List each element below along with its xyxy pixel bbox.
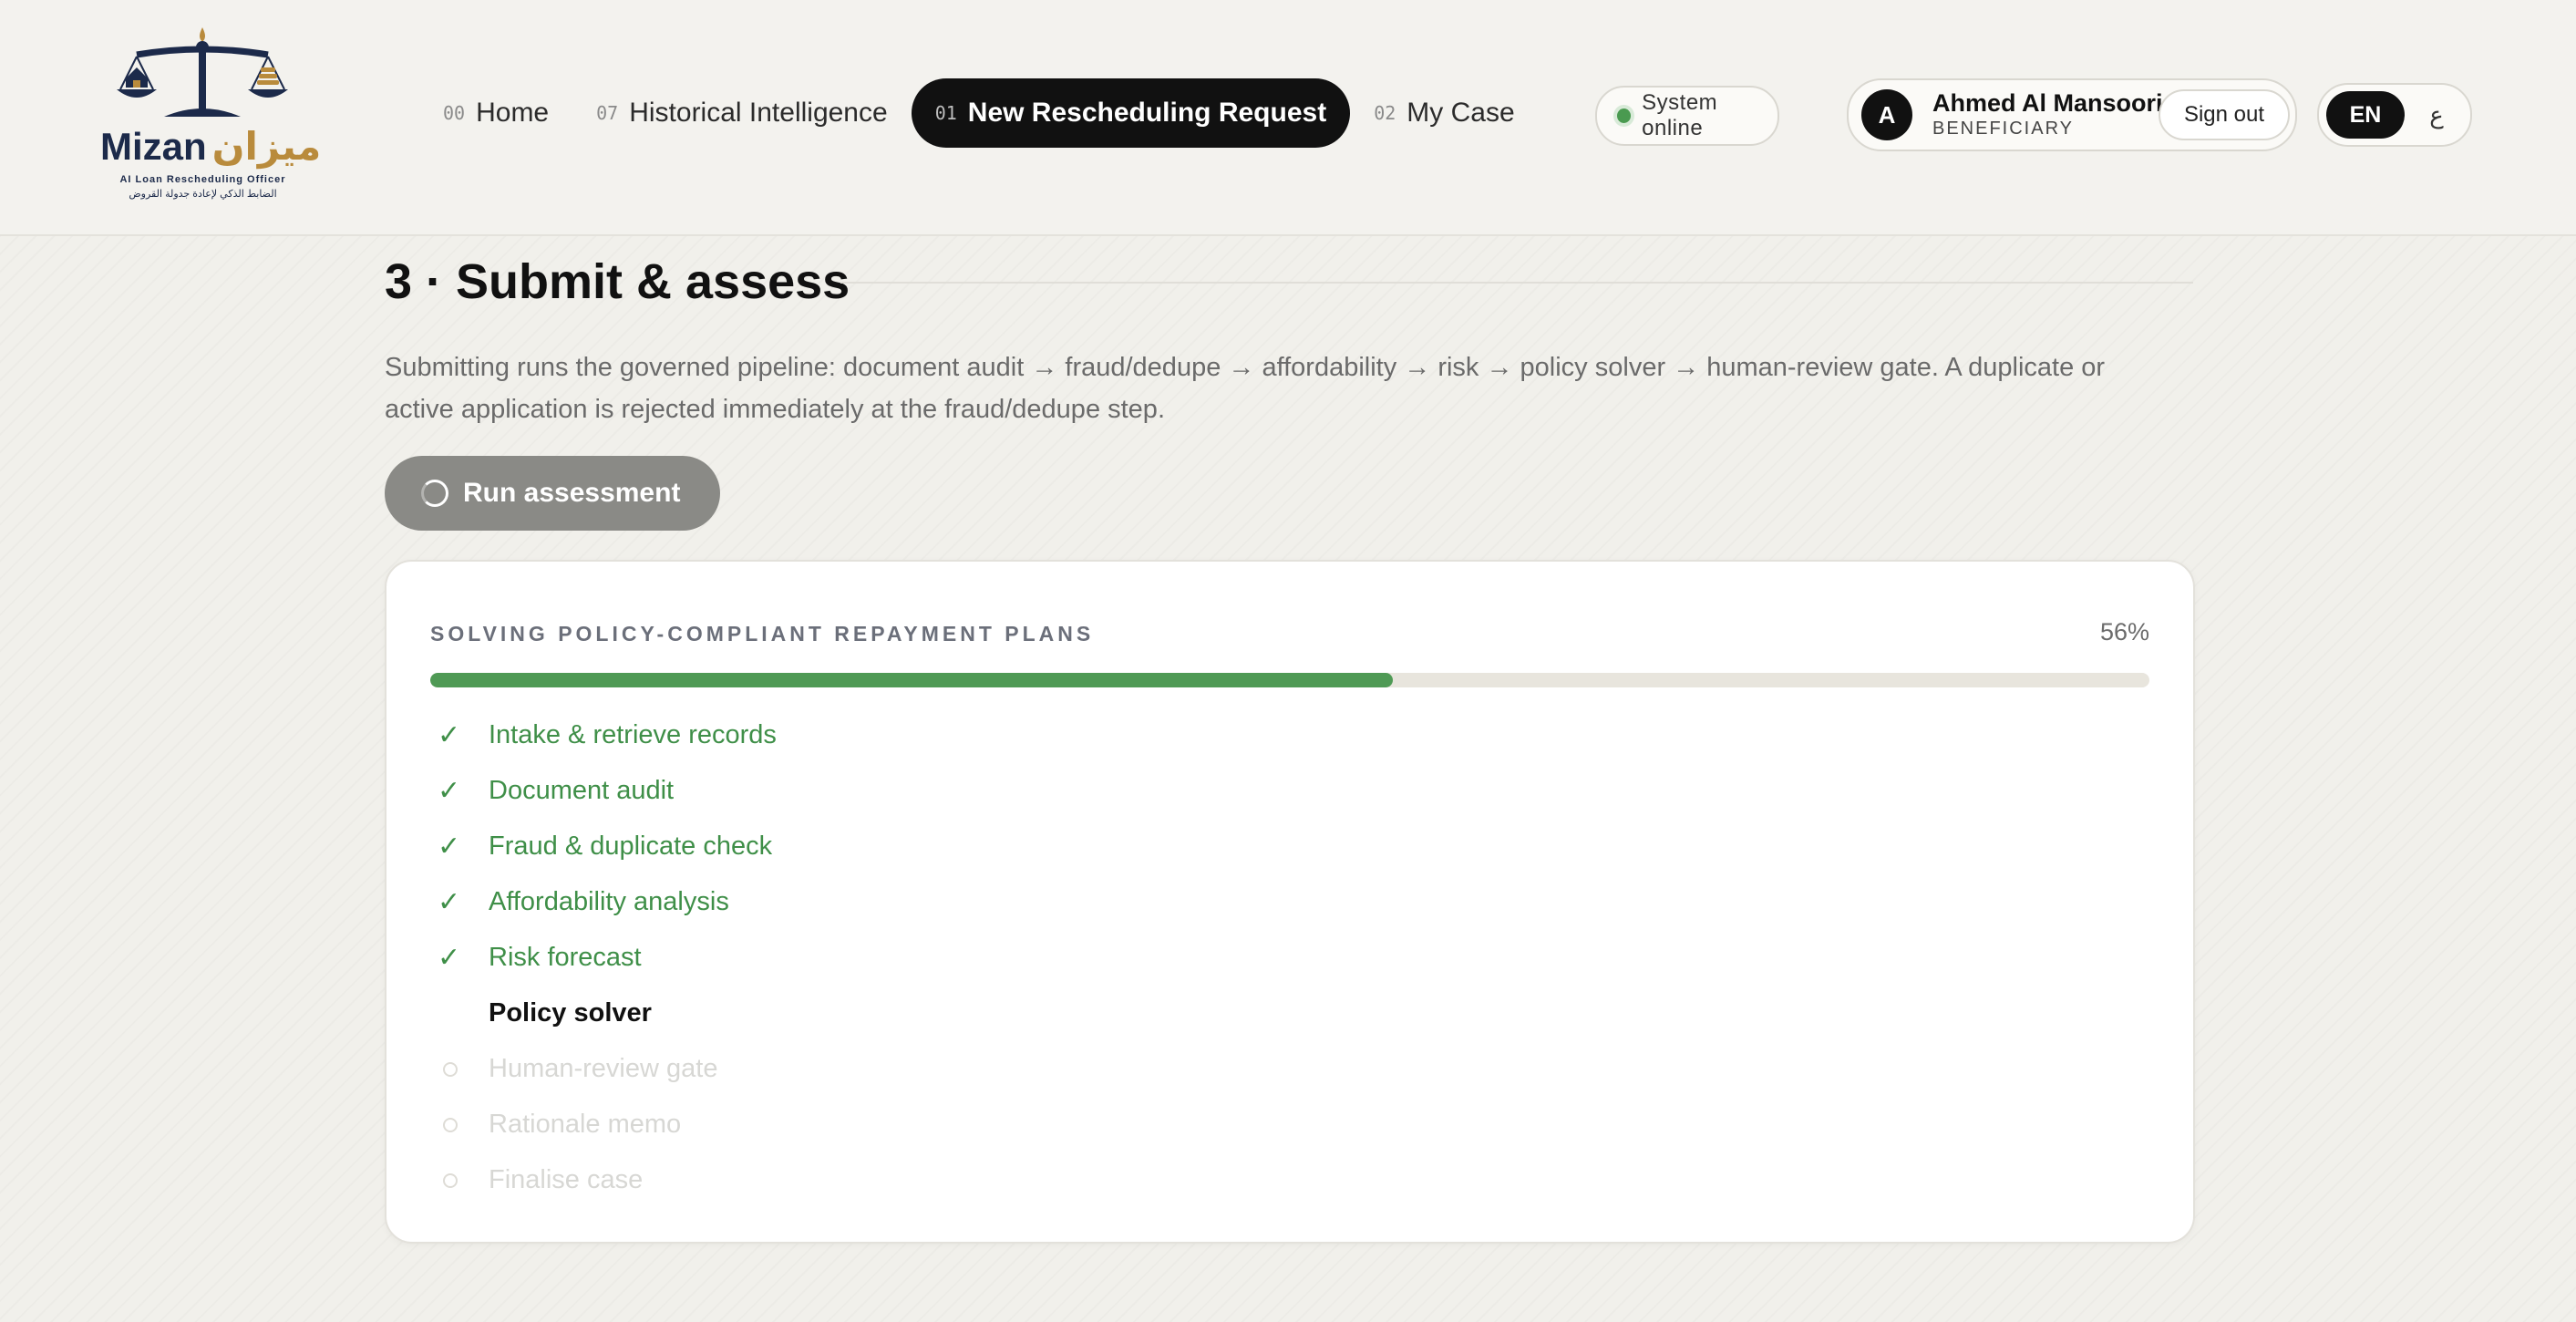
pipeline-step: ✓ Risk forecast	[430, 930, 777, 986]
checkmark-icon: ✓	[438, 776, 461, 806]
user-name: Ahmed Al Mansoori	[1932, 89, 2163, 117]
pending-circle-icon	[443, 1172, 458, 1188]
step-label: Intake & retrieve records	[489, 720, 777, 749]
main-nav: 00 Home 07 Historical Intelligence 01 Ne…	[419, 78, 1539, 148]
nav-item-my-case[interactable]: 02 My Case	[1350, 78, 1538, 148]
system-status-badge: System online	[1595, 86, 1779, 146]
progress-bar-fill	[430, 673, 1394, 687]
nav-item-number: 00	[443, 102, 466, 124]
step-status-icon	[430, 1172, 489, 1188]
logo-subtitle-ar: الضابط الذكي لإعادة جدولة القروض	[129, 189, 277, 200]
pipeline-step: ✓ Document audit	[430, 763, 777, 819]
app-header: Mizan ميزان AI Loan Rescheduling Officer …	[0, 0, 2576, 236]
logo-name-en: Mizan	[100, 125, 207, 168]
section-divider	[840, 282, 2193, 284]
step-label: Policy solver	[489, 998, 652, 1028]
nav-item-label: Home	[476, 98, 550, 128]
progress-bar	[430, 673, 2149, 687]
pending-circle-icon	[443, 1117, 458, 1132]
language-switcher: EN ع	[2317, 83, 2472, 147]
status-dot-icon	[1617, 108, 1632, 123]
nav-item-number: 07	[596, 102, 619, 124]
step-label: Human-review gate	[489, 1054, 718, 1083]
assessment-progress-card: SOLVING POLICY-COMPLIANT REPAYMENT PLANS…	[385, 560, 2195, 1244]
loading-spinner-icon	[421, 480, 448, 507]
pipeline-step: ✓ Affordability analysis	[430, 874, 777, 930]
nav-item-label: Historical Intelligence	[629, 98, 888, 128]
step-label: Risk forecast	[489, 943, 642, 972]
nav-item-home[interactable]: 00 Home	[419, 78, 572, 148]
step-label: Document audit	[489, 776, 675, 805]
step-label: Rationale memo	[489, 1110, 682, 1139]
progress-percent: 56%	[2099, 618, 2149, 646]
user-role: BENEFICIARY	[1932, 119, 2074, 139]
section-title: 3 · Submit & assess	[385, 254, 850, 309]
pending-circle-icon	[443, 1061, 458, 1077]
step-status-icon	[430, 1061, 489, 1077]
logo-wordmark: Mizan ميزان	[100, 124, 321, 169]
nav-item-historical-intelligence[interactable]: 07 Historical Intelligence	[572, 78, 912, 148]
avatar[interactable]: A	[1861, 89, 1912, 140]
scales-of-justice-icon	[117, 27, 288, 117]
run-assessment-button[interactable]: Run assessment	[385, 456, 720, 531]
checkmark-icon: ✓	[438, 887, 461, 917]
language-ar-button[interactable]: ع	[2414, 91, 2459, 139]
run-assessment-label: Run assessment	[463, 478, 681, 508]
pipeline-step: Finalise case	[430, 1152, 777, 1208]
nav-item-new-rescheduling-request[interactable]: 01 New Rescheduling Request	[911, 78, 1351, 148]
logo-name-ar: ميزان	[211, 125, 322, 168]
section-description: Submitting runs the governed pipeline: d…	[385, 353, 2106, 424]
nav-item-number: 01	[934, 102, 957, 124]
pipeline-step: Human-review gate	[430, 1041, 777, 1097]
pipeline-steps: ✓ Intake & retrieve records ✓ Document aud…	[430, 707, 777, 1208]
pipeline-step: Rationale memo	[430, 1097, 777, 1152]
checkmark-icon: ✓	[438, 720, 461, 750]
mizan-logo[interactable]: Mizan ميزان AI Loan Rescheduling Officer …	[100, 26, 321, 208]
sign-out-button[interactable]: Sign out	[2159, 89, 2290, 140]
user-menu: A Ahmed Al Mansoori BENEFICIARY Sign out	[1847, 78, 2297, 151]
step-status-icon	[430, 1117, 489, 1132]
checkmark-icon: ✓	[438, 943, 461, 973]
pipeline-step: ✓ Fraud & duplicate check	[430, 819, 777, 874]
pipeline-step: Policy solver	[430, 986, 777, 1041]
step-label: Fraud & duplicate check	[489, 831, 773, 861]
progress-stage-label: SOLVING POLICY-COMPLIANT REPAYMENT PLANS	[430, 622, 1095, 646]
pipeline-step: ✓ Intake & retrieve records	[430, 707, 777, 763]
language-en-button[interactable]: EN	[2326, 91, 2405, 139]
step-label: Affordability analysis	[489, 887, 729, 916]
step-label: Finalise case	[489, 1165, 644, 1194]
logo-subtitle-en: AI Loan Rescheduling Officer	[119, 174, 286, 185]
nav-item-label: New Rescheduling Request	[967, 98, 1327, 128]
system-status-text: System online	[1642, 90, 1718, 140]
nav-item-number: 02	[1374, 102, 1396, 124]
nav-item-label: My Case	[1406, 98, 1515, 128]
checkmark-icon: ✓	[438, 831, 461, 862]
